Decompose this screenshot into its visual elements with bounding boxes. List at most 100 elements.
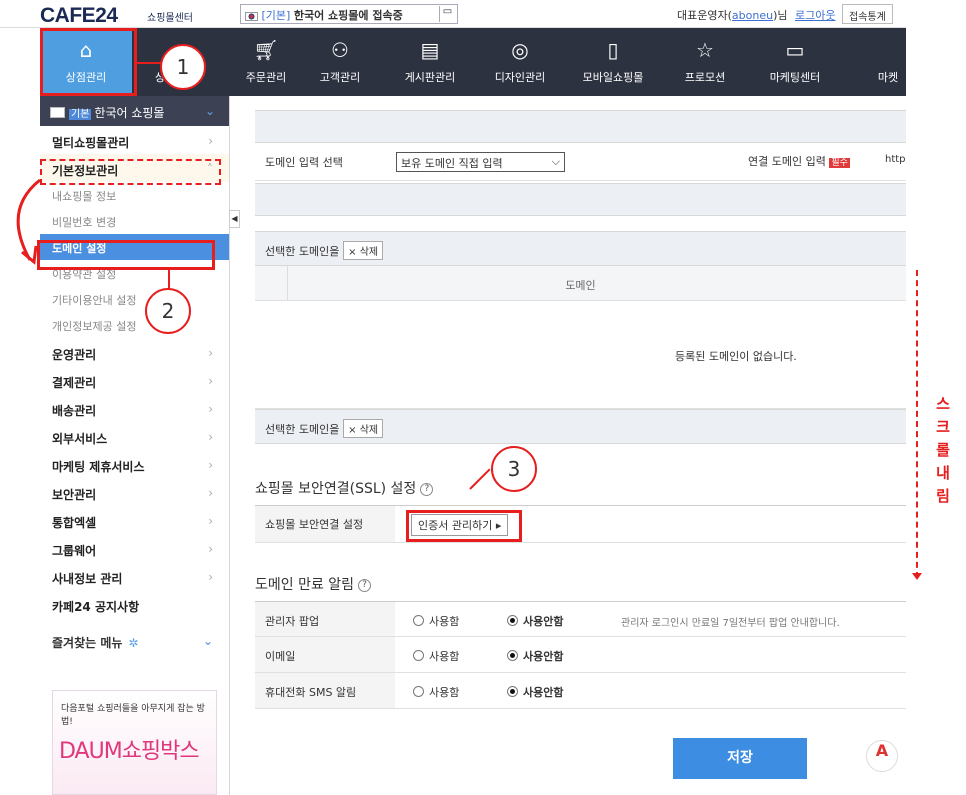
gnb-orders[interactable]: 🛒︎ 주문관리 xyxy=(236,28,296,96)
gear-icon[interactable]: ✲ xyxy=(128,636,138,650)
sidebar-item-multishop[interactable]: 멀티쇼핑몰관리 › xyxy=(40,126,229,154)
help-chat-icon[interactable]: A xyxy=(866,740,898,772)
stats-button[interactable]: 접속통계 xyxy=(842,4,893,24)
domain-input-select[interactable]: 보유 도메인 직접 입력 ⌵ xyxy=(396,152,565,172)
popup-note: 관리자 로그인시 만료일 7일전부터 팝업 안내합니다. xyxy=(621,618,840,629)
cart-icon: 🛒︎ xyxy=(253,38,279,62)
radio-email-off[interactable]: 사용안함 xyxy=(507,648,563,664)
sidebar-collapse-button[interactable]: ◀ xyxy=(229,210,240,228)
gnb-market-partial[interactable]: 마켓 xyxy=(870,28,906,96)
star-icon: ☆ xyxy=(696,38,714,62)
default-badge: 기본 xyxy=(69,109,92,120)
korea-flag-icon xyxy=(245,11,258,21)
help-icon[interactable]: ? xyxy=(358,579,372,592)
radio-sms-on[interactable]: 사용함 xyxy=(413,684,459,700)
scroll-down-label: 스크롤 내림 xyxy=(936,395,950,505)
annotation-line-2 xyxy=(168,270,170,290)
favorites-menu[interactable]: 즐겨찾는 메뉴 ✲ ⌄ xyxy=(40,618,229,658)
link-domain-label: 연결 도메인 입력 필수 xyxy=(748,155,850,168)
chevron-right-icon: › xyxy=(208,542,213,556)
sidebar-sub-password[interactable]: 비밀번호 변경 xyxy=(40,208,229,234)
sidebar-item-excel[interactable]: 통합엑셀 › xyxy=(40,506,229,534)
scroll-arrow-icon xyxy=(912,573,922,580)
annotation-step-2: 2 xyxy=(145,288,191,334)
gnb-customers[interactable]: ⚇ 고객관리 xyxy=(310,28,370,96)
sidebar-item-marketing-partner[interactable]: 마케팅 제휴서비스 › xyxy=(40,450,229,478)
document-icon: ▤ xyxy=(420,38,440,62)
expire-label-popup: 관리자 팝업 xyxy=(255,602,395,636)
save-button[interactable]: 저장 xyxy=(673,738,807,779)
radio-email-on[interactable]: 사용함 xyxy=(413,648,459,664)
domain-input-row: 도메인 입력 선택 보유 도메인 직접 입력 ⌵ 연결 도메인 입력 필수 htt… xyxy=(255,143,906,181)
ssl-row: 쇼핑몰 보안연결 설정 인증서 관리하기 ▸ xyxy=(255,505,906,543)
sidebar: 기본 한국어 쇼핑몰 ⌄ 멀티쇼핑몰관리 › 기본정보관리 ˄ 내쇼핑몰 정보 비밀번… xyxy=(40,96,230,795)
sidebar-item-external[interactable]: 외부서비스 › xyxy=(40,422,229,450)
annotation-box-store xyxy=(40,28,137,96)
banner-title: DAUM쇼핑박스 xyxy=(59,739,200,764)
monitor-icon[interactable]: ▭ xyxy=(439,6,455,22)
sidebar-sub-guide[interactable]: 기타이용안내 설정 xyxy=(40,286,229,312)
radio-popup-off[interactable]: 사용안함 xyxy=(507,613,563,629)
domain-table-header: 도메인 xyxy=(255,266,906,301)
ssl-section-title: 쇼핑몰 보안연결(SSL) 설정? xyxy=(255,478,434,498)
annotation-box-certificate xyxy=(406,510,522,542)
gnb-mobile[interactable]: ▯ 모바일쇼핑몰 xyxy=(568,28,658,96)
daum-shopping-banner[interactable]: 다음포털 쇼핑러들을 아무지게 잡는 방법! DAUM쇼핑박스 xyxy=(52,690,217,795)
chevron-right-icon: › xyxy=(208,402,213,416)
selected-domain-label: 선택한 도메인을 xyxy=(265,245,340,258)
palette-icon: ◎ xyxy=(511,38,529,62)
shop-lang-label: [기본] xyxy=(261,9,291,22)
gnb-design[interactable]: ◎ 디자인관리 xyxy=(480,28,560,96)
sidebar-sub-shop-info[interactable]: 내쇼핑몰 정보 xyxy=(40,182,229,208)
banner-caption: 다음포털 쇼핑러들을 아무지게 잡는 방법! xyxy=(61,704,205,727)
cafe24-logo[interactable]: CAFE24 xyxy=(40,4,118,28)
header-bar xyxy=(255,110,906,143)
shop-status-text: 한국어 쇼핑몰에 접속중 xyxy=(293,9,403,22)
shop-name: 한국어 쇼핑몰 xyxy=(94,106,165,120)
chevron-right-icon: › xyxy=(208,486,213,500)
domain-empty-row: 등록된 도메인이 없습니다. xyxy=(255,301,906,409)
top-bar: CAFE24 쇼핑몰센터 [기본] 한국어 쇼핑몰에 접속중 ▭ 대표운영자(a… xyxy=(0,0,906,28)
expire-label-email: 이메일 xyxy=(255,637,395,672)
col-domain-header: 도메인 xyxy=(565,279,596,292)
sidebar-item-shipping[interactable]: 배송관리 › xyxy=(40,394,229,422)
sidebar-item-payment[interactable]: 결제관리 › xyxy=(40,366,229,394)
gnb-promotion[interactable]: ☆ 프로모션 xyxy=(675,28,735,96)
admin-suffix: )님 xyxy=(773,9,788,22)
delete-button[interactable]: × 삭제 xyxy=(343,419,384,438)
chevron-right-icon: › xyxy=(208,458,213,472)
link-domain-input[interactable]: http xyxy=(885,154,906,165)
spacer-bar xyxy=(255,183,906,216)
sidebar-item-notice[interactable]: 카페24 공지사항 xyxy=(40,590,229,618)
annotation-step-1: 1 xyxy=(160,44,206,90)
sidebar-item-groupware[interactable]: 그룹웨어 › xyxy=(40,534,229,562)
admin-prefix: 대표운영자( xyxy=(677,9,732,22)
logout-link[interactable]: 로그아웃 xyxy=(795,9,835,22)
sidebar-item-internal[interactable]: 사내정보 관리 › xyxy=(40,562,229,590)
annotation-arrow-curve xyxy=(16,178,41,265)
gnb-marketing[interactable]: ▭ 마케팅센터 xyxy=(755,28,835,96)
gnb-board[interactable]: ▤ 게시판관리 xyxy=(395,28,465,96)
annotation-step-3: 3 xyxy=(491,446,537,492)
annotation-box-domain xyxy=(37,240,215,270)
sidebar-sub-privacy[interactable]: 개인정보제공 설정 xyxy=(40,312,229,338)
help-icon[interactable]: ? xyxy=(420,483,434,496)
chevron-right-icon: › xyxy=(208,570,213,584)
shop-selector[interactable]: [기본] 한국어 쇼핑몰에 접속중 ▭ xyxy=(240,4,458,24)
sidebar-item-security[interactable]: 보안관리 › xyxy=(40,478,229,506)
admin-id-link[interactable]: aboneu xyxy=(732,9,773,22)
chevron-right-icon: › xyxy=(208,514,213,528)
delete-button[interactable]: × 삭제 xyxy=(343,241,384,260)
chevron-right-icon: › xyxy=(208,374,213,388)
sidebar-item-operations[interactable]: 운영관리 › xyxy=(40,338,229,366)
shop-language-bar[interactable]: 기본 한국어 쇼핑몰 ⌄ xyxy=(40,96,229,126)
selected-domain-bar-bottom: 선택한 도메인을 × 삭제 xyxy=(255,409,906,444)
domain-input-label: 도메인 입력 선택 xyxy=(255,143,385,180)
radio-popup-on[interactable]: 사용함 xyxy=(413,613,459,629)
chevron-right-icon: › xyxy=(208,134,213,148)
expire-row-sms: 휴대전화 SMS 알림 사용함 사용안함 xyxy=(255,673,906,709)
mobile-icon: ▯ xyxy=(607,38,619,62)
expire-label-sms: 휴대전화 SMS 알림 xyxy=(255,673,395,708)
radio-sms-off[interactable]: 사용안함 xyxy=(507,684,563,700)
required-badge: 필수 xyxy=(829,158,850,168)
